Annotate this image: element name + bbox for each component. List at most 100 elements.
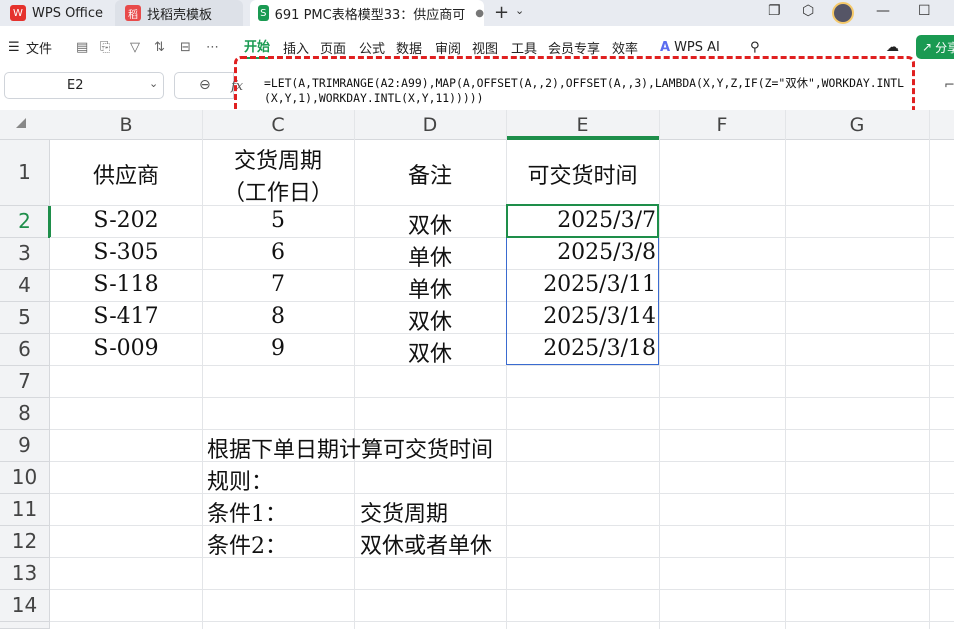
- tab-label: 找稻壳模板: [147, 7, 213, 23]
- tab-member[interactable]: 会员专享: [548, 33, 600, 61]
- share-button[interactable]: ↗ 分享: [916, 35, 954, 59]
- cell-supplier[interactable]: S-202: [50, 208, 202, 233]
- notes-title[interactable]: 根据下单日期计算可交货时间: [207, 432, 493, 464]
- col-header-f[interactable]: F: [659, 110, 785, 140]
- row-header-5[interactable]: 5: [0, 302, 50, 334]
- share-label: 分享: [935, 40, 954, 55]
- cube-icon[interactable]: ⬡: [802, 3, 814, 19]
- formula-input[interactable]: =LET(A,TRIMRANGE(A2:A99),MAP(A,OFFSET(A,…: [264, 76, 914, 106]
- tab-label: 691 PMC表格模型33：供应商可: [274, 7, 466, 23]
- cell-note[interactable]: 双休: [354, 208, 506, 240]
- grid-line: [50, 557, 954, 558]
- minimize-icon[interactable]: —: [876, 3, 890, 19]
- cell-cycle[interactable]: 7: [202, 272, 354, 297]
- wps-ai-label: WPS AI: [674, 39, 720, 55]
- select-all-corner[interactable]: [16, 118, 26, 128]
- filter-icon[interactable]: ▽: [130, 33, 140, 61]
- file-menu[interactable]: 文件: [26, 33, 52, 61]
- function-area: ⊖ fx: [174, 72, 243, 99]
- tab-page[interactable]: 页面: [320, 33, 346, 61]
- unsaved-dot-icon[interactable]: ●: [475, 8, 484, 19]
- tab-formula[interactable]: 公式: [359, 33, 385, 61]
- header-deliver[interactable]: 可交货时间: [506, 158, 659, 190]
- row-header-4[interactable]: 4: [0, 270, 50, 302]
- daoke-logo-icon: 稻: [125, 5, 141, 21]
- name-box[interactable]: E2 ⌄: [4, 72, 164, 99]
- share-icon: ↗: [922, 40, 933, 54]
- cell-supplier[interactable]: S-009: [50, 336, 202, 361]
- col-header-c[interactable]: C: [202, 110, 354, 140]
- grid-line: [50, 397, 954, 398]
- save-icon[interactable]: ▤: [76, 33, 88, 61]
- copy-icon[interactable]: ⎘: [100, 33, 110, 61]
- row-header-10[interactable]: 10: [0, 462, 50, 494]
- row-header-6[interactable]: 6: [0, 334, 50, 366]
- grid-line: [50, 205, 954, 206]
- col-header-d[interactable]: D: [354, 110, 506, 140]
- active-cell-e2: [506, 204, 659, 238]
- notes-rules[interactable]: 规则：: [207, 464, 273, 496]
- spreadsheet-icon: S: [258, 5, 269, 21]
- cell-note[interactable]: 双休: [354, 304, 506, 336]
- cell-supplier[interactable]: S-118: [50, 272, 202, 297]
- row-header-7[interactable]: 7: [0, 366, 50, 398]
- cell-note[interactable]: 双休: [354, 336, 506, 368]
- name-box-chevron-icon[interactable]: ⌄: [149, 77, 158, 90]
- cloud-sync-icon[interactable]: ☁: [886, 33, 899, 61]
- row-header-2[interactable]: 2: [0, 206, 50, 238]
- tab-home[interactable]: 开始: [244, 33, 271, 59]
- row-header-9[interactable]: 9: [0, 430, 50, 462]
- search-icon[interactable]: ⚲: [750, 33, 760, 61]
- row-header-14[interactable]: 14: [0, 590, 50, 622]
- row-header-13[interactable]: 13: [0, 558, 50, 590]
- zoom-icon[interactable]: ⊖: [199, 77, 211, 93]
- tab-review[interactable]: 审阅: [435, 33, 461, 61]
- cell-note[interactable]: 单休: [354, 240, 506, 272]
- new-tab-plus-icon[interactable]: +: [494, 2, 509, 23]
- tab-insert[interactable]: 插入: [283, 33, 309, 61]
- cell-cycle[interactable]: 8: [202, 304, 354, 329]
- cell-cycle[interactable]: 5: [202, 208, 354, 233]
- header-cycle[interactable]: 交货周期: [202, 143, 354, 175]
- tab-active-document[interactable]: S 691 PMC表格模型33：供应商可 ●: [250, 0, 484, 26]
- row-header-3[interactable]: 3: [0, 238, 50, 270]
- tab-view[interactable]: 视图: [472, 33, 498, 61]
- fx-icon[interactable]: fx: [231, 79, 243, 94]
- col-header-g[interactable]: G: [785, 110, 929, 140]
- grid-line: [659, 110, 660, 629]
- window-layout-icon[interactable]: ❐: [768, 3, 781, 19]
- cell-cycle[interactable]: 6: [202, 240, 354, 265]
- cell-note[interactable]: 单休: [354, 272, 506, 304]
- expand-edge-icon[interactable]: ⌐: [944, 78, 954, 93]
- sort-icon[interactable]: ⇅: [154, 33, 165, 61]
- notes-cond2-label[interactable]: 条件2：: [207, 528, 287, 560]
- row-header-11[interactable]: 11: [0, 494, 50, 526]
- maximize-icon[interactable]: ☐: [918, 3, 931, 19]
- more-tools-icon[interactable]: ⋯: [206, 33, 219, 61]
- grid-line: [50, 429, 954, 430]
- hamburger-menu-icon[interactable]: ☰: [8, 33, 20, 61]
- wps-ai-button[interactable]: A WPS AI: [660, 33, 720, 61]
- row-header-15[interactable]: [0, 622, 50, 629]
- header-note[interactable]: 备注: [354, 158, 506, 190]
- cell-supplier[interactable]: S-305: [50, 240, 202, 265]
- col-header-b[interactable]: B: [50, 110, 202, 140]
- cell-cycle[interactable]: 9: [202, 336, 354, 361]
- notes-cond1-value[interactable]: 交货周期: [360, 496, 448, 528]
- tab-list-chevron-icon[interactable]: ⌄: [515, 4, 524, 17]
- column-selection-marker: [506, 136, 659, 140]
- tab-tools[interactable]: 工具: [511, 33, 537, 61]
- notes-cond2-value[interactable]: 双休或者单休: [360, 528, 492, 560]
- header-supplier[interactable]: 供应商: [50, 158, 202, 190]
- row-header-8[interactable]: 8: [0, 398, 50, 430]
- row-header-12[interactable]: 12: [0, 526, 50, 558]
- tab-efficiency[interactable]: 效率: [612, 33, 638, 61]
- notes-cond1-label[interactable]: 条件1：: [207, 496, 287, 528]
- tab-data[interactable]: 数据: [396, 33, 422, 61]
- cell-supplier[interactable]: S-417: [50, 304, 202, 329]
- tab-daoke-templates[interactable]: 稻 找稻壳模板: [115, 0, 243, 26]
- tab-wps-office[interactable]: W WPS Office: [0, 0, 110, 26]
- row-header-1[interactable]: 1: [0, 140, 50, 206]
- user-avatar[interactable]: [832, 2, 854, 24]
- table-style-icon[interactable]: ⊟: [180, 33, 191, 61]
